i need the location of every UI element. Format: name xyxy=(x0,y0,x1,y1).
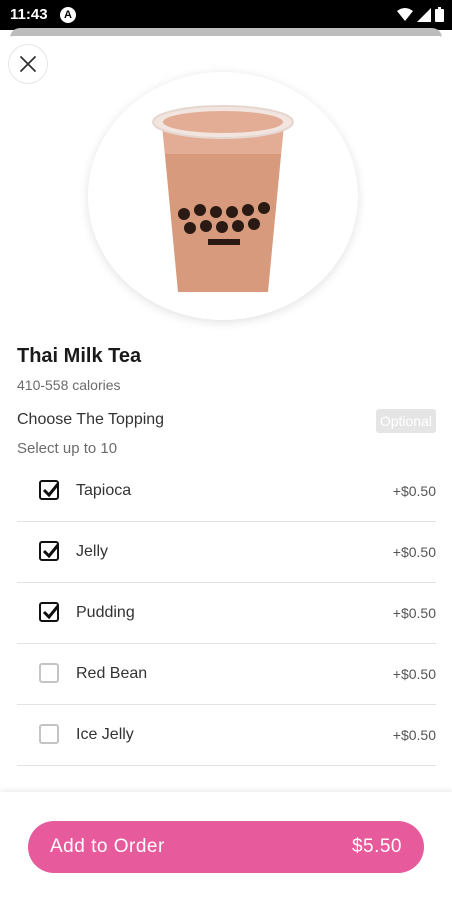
checkbox-checked[interactable] xyxy=(39,480,60,500)
checkbox-unchecked[interactable] xyxy=(39,724,59,744)
optional-badge: Optional xyxy=(375,409,436,433)
close-button[interactable] xyxy=(8,44,48,84)
order-footer: Add to Order $5.50 xyxy=(0,792,452,900)
product-calories: 410-558 calories xyxy=(17,377,121,393)
checkbox-checked[interactable] xyxy=(39,602,60,622)
checkmark-icon xyxy=(42,605,60,620)
topping-label: Red Bean xyxy=(76,665,148,682)
topping-price: +$0.50 xyxy=(392,544,436,560)
product-title: Thai Milk Tea xyxy=(17,345,142,367)
order-total: $5.50 xyxy=(351,836,402,857)
topping-label: Ice Jelly xyxy=(76,726,134,743)
status-bar: 11:43 A xyxy=(0,0,452,30)
topping-list: Tapioca +$0.50 Jelly +$0.50 Pudding +$0.… xyxy=(17,461,436,766)
option-group-subtitle: Select up to 10 xyxy=(17,440,118,457)
battery-icon xyxy=(435,7,444,22)
topping-label: Tapioca xyxy=(76,482,132,499)
notification-icon: A xyxy=(60,7,76,23)
checkbox-checked[interactable] xyxy=(39,541,60,561)
topping-price: +$0.50 xyxy=(392,483,436,499)
add-to-order-button[interactable]: Add to Order $5.50 xyxy=(28,821,424,873)
topping-option-ice-jelly[interactable]: Ice Jelly +$0.50 xyxy=(17,705,436,766)
topping-price: +$0.50 xyxy=(392,605,436,621)
signal-icon xyxy=(417,7,431,22)
topping-option-tapioca[interactable]: Tapioca +$0.50 xyxy=(17,461,436,522)
status-time: 11:43 xyxy=(10,6,48,23)
topping-option-red-bean[interactable]: Red Bean +$0.50 xyxy=(17,644,436,705)
topping-label: Pudding xyxy=(76,604,135,621)
checkmark-icon xyxy=(42,483,60,498)
topping-option-pudding[interactable]: Pudding +$0.50 xyxy=(17,583,436,644)
option-group-title: Choose The Topping xyxy=(17,411,165,428)
checkmark-icon xyxy=(42,544,60,559)
topping-option-jelly[interactable]: Jelly +$0.50 xyxy=(17,522,436,583)
product-image xyxy=(88,72,358,320)
topping-label: Jelly xyxy=(76,543,109,560)
add-to-order-label: Add to Order xyxy=(50,836,165,857)
wifi-icon xyxy=(397,7,413,21)
topping-price: +$0.50 xyxy=(392,727,436,743)
close-icon xyxy=(20,56,36,72)
topping-price: +$0.50 xyxy=(392,666,436,682)
checkbox-unchecked[interactable] xyxy=(39,663,59,683)
milk-tea-cup-icon xyxy=(152,105,294,292)
status-icons xyxy=(397,7,444,22)
